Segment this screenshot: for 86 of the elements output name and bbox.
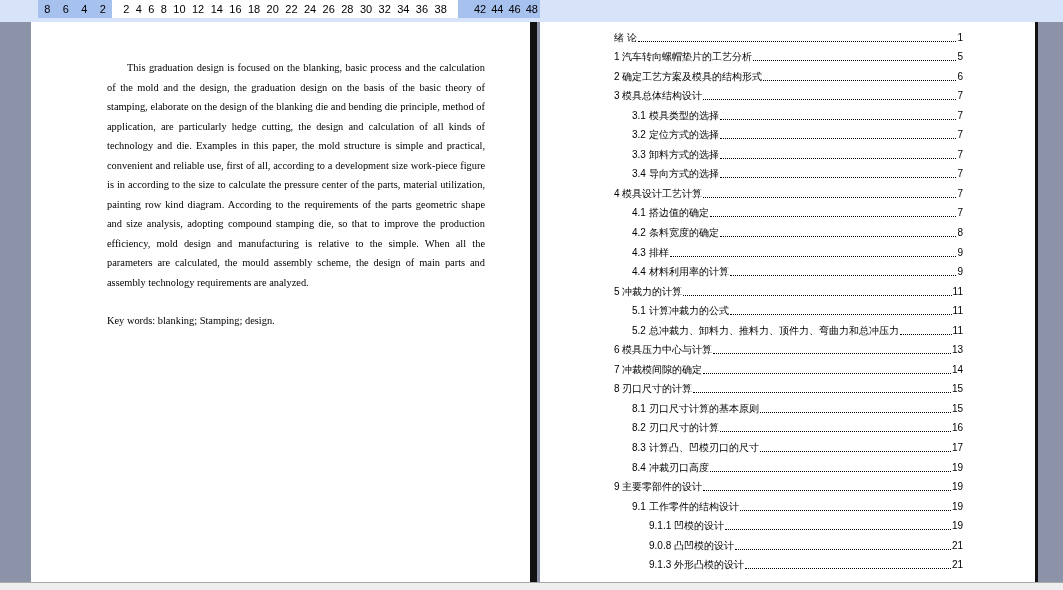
toc-page-number: 5 (957, 50, 963, 65)
toc-page-number: 11 (952, 304, 963, 319)
toc-entry[interactable]: 5.2 总冲裁力、卸料力、推料力、顶件力、弯曲力和总冲压力 (632, 322, 899, 338)
toc-entry[interactable]: 4.2 条料宽度的确定 (632, 225, 719, 240)
toc-page-number: 7 (957, 206, 963, 221)
toc-page-number: 21 (951, 538, 963, 553)
ruler-number: 18 (247, 1, 261, 17)
toc-entry[interactable]: 9.1.1 凹模的设计 (649, 518, 725, 534)
toc-entry[interactable]: 8 刃口尺寸的计算 (614, 381, 693, 397)
toc-page-number: 19 (951, 499, 963, 514)
toc-entry[interactable]: 8.4 冲裁刃口高度 (632, 459, 709, 475)
ruler-number: 22 (285, 1, 298, 17)
toc-page-number: 15 (951, 401, 963, 416)
toc-page-number: 8 (957, 226, 963, 240)
ruler-number: 10 (173, 1, 186, 17)
toc-page-number: 9 (957, 265, 963, 280)
toc-entry[interactable]: 9.1 工作零件的结构设计 (632, 498, 739, 514)
toc-entry[interactable]: 3 模具总体结构设计 (614, 88, 703, 104)
keywords-line: Key words: blanking; Stamping; design. (107, 314, 276, 328)
toc-entry[interactable]: 3.1 模具类型的选择 (632, 107, 719, 123)
ruler-number: 16 (229, 1, 242, 17)
ruler-number: 24 (303, 1, 317, 17)
toc-entry[interactable]: 5.1 计算冲裁力的公式 (632, 303, 729, 319)
ruler-number: 38 (434, 1, 447, 17)
ruler-number: 8 (44, 1, 51, 17)
toc-page-number: 7 (957, 186, 963, 201)
toc-page-number: 7 (957, 89, 963, 104)
ruler-number: 30 (359, 1, 373, 17)
ruler-number: 2 (123, 1, 130, 17)
toc-page-number: 7 (957, 147, 963, 162)
ruler-number: 6 (148, 1, 155, 17)
toc-entry[interactable]: 3.3 卸料方式的选择 (632, 146, 719, 162)
toc-entry[interactable]: 3.2 定位方式的选择 (632, 127, 719, 143)
toc-page-number: 11 (952, 284, 963, 299)
ruler-number: 12 (192, 1, 205, 17)
abstract-paragraph: This graduation design is focused on the blanking, basic process and the calculation of the mold and the design, the graduation design on the basis of the basic theory of stamping, elaborate on the design of the blanking die and bending die principle, method of application, are particularly hedge cutting, the design and calculation of all kinds of technology and die. Examples in this paper, the mold structure is simple and practical, convenient and reliable use, first of all, according to a development size work-piece figure is in according to the size to calculate the pressure center of the parts, material utilization, painting row kind diagram. According to the requirements of the parts geometric shape and size analysis, adopting compound stamping die, so that to improve the production efficiency, mold design and manufacturing is relative to the simple. When all the parameters are calculated, the mould assembly scheme, the design of main parts and assembly technology requirements are analyzed. (107, 61, 485, 290)
ruler-number: 44 (491, 1, 504, 17)
ruler-number: 48 (525, 1, 538, 17)
ruler-number: 42 (474, 1, 487, 17)
ruler-number: 20 (266, 1, 279, 17)
toc-page-number: 19 (951, 480, 963, 495)
toc-page-number: 16 (951, 421, 963, 436)
ruler-number: 36 (415, 1, 429, 17)
toc-page-number: 7 (957, 128, 963, 143)
toc-entry[interactable]: 9.0.8 凸凹模的设计 (649, 537, 735, 553)
toc-entry[interactable]: 9 主要零部件的设计 (614, 479, 703, 495)
toc-entry[interactable]: 3.4 导向方式的选择 (632, 166, 719, 182)
toc-entry[interactable]: 5 冲裁力的计算 (614, 283, 683, 299)
toc-page-number: 17 (951, 441, 963, 456)
toc-entry[interactable]: 2 确定工艺方案及模具的结构形式 (614, 68, 763, 84)
toc-page-number: 7 (957, 108, 963, 123)
toc-entry[interactable]: 4.1 搭边值的确定 (632, 205, 709, 221)
toc-page-number: 11 (952, 323, 963, 338)
ruler-number: 6 (62, 1, 69, 17)
ruler-number: 4 (81, 1, 88, 17)
ruler-number: 8 (160, 1, 167, 17)
toc-page-number: 6 (957, 69, 963, 84)
ruler-number: 34 (397, 1, 410, 17)
toc-page-number: 19 (951, 460, 963, 475)
toc-entry[interactable]: 9.1.3 外形凸模的设计 (649, 557, 745, 573)
toc-page-number: 1 (957, 30, 963, 45)
toc-page-number: 15 (951, 382, 963, 397)
ruler-number: 14 (210, 1, 223, 17)
ruler-number: 4 (135, 1, 142, 17)
toc-entry[interactable]: 8.1 刃口尺寸计算的基本原则 (632, 400, 759, 416)
toc-entry[interactable]: 4.3 排样 (632, 244, 669, 260)
toc-entry[interactable]: 7 冲裁模间隙的确定 (614, 361, 703, 377)
ruler[interactable]: 8 6 4 2 2 4 6 8 10 12 14 16 18 20 22 24 26 28 30 32 34 36 38 42 44 46 48 (0, 0, 1063, 22)
ruler-number: 32 (378, 1, 391, 17)
toc-page-number: 19 (951, 519, 963, 534)
ruler-number: 28 (341, 1, 354, 17)
toc-page-number: 14 (951, 362, 963, 377)
toc-entry[interactable]: 绪 论 (614, 29, 637, 45)
ruler-number: 2 (99, 1, 106, 17)
toc-entry[interactable]: 8.2 刃口尺寸的计算 (632, 420, 719, 436)
toc-entry[interactable]: 6 模具压力中心与计算 (614, 342, 713, 358)
toc-entry[interactable]: 4 模具设计工艺计算 (614, 185, 703, 201)
toc-page-number: 9 (957, 245, 963, 260)
toc-page-number: 13 (951, 343, 963, 358)
toc-entry[interactable]: 1 汽车转向螺帽垫片的工艺分析 (614, 49, 753, 65)
toc-entry[interactable]: 4.4 材料利用率的计算 (632, 264, 729, 280)
toc-entry[interactable]: 8.3 计算凸、凹模刃口的尺寸 (632, 440, 759, 456)
ruler-number: 46 (508, 1, 521, 17)
toc-page-number: 7 (957, 167, 963, 182)
toc-page-number: 21 (951, 558, 963, 573)
ruler-number: 26 (322, 1, 335, 17)
